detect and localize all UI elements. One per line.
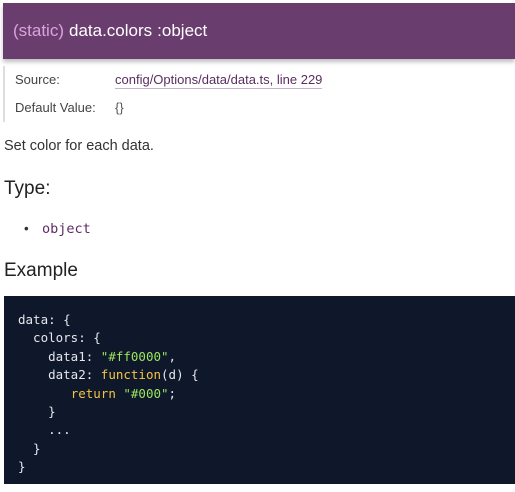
code-line: return "#000"; (18, 385, 501, 403)
member-name: data.colors (69, 21, 153, 40)
bullet-icon: • (24, 221, 29, 236)
type-name: object (42, 221, 91, 237)
code-example: data: { colors: { data1: "#ff0000", data… (4, 296, 515, 484)
default-value: {} (115, 100, 124, 115)
member-description: Set color for each data. (4, 138, 154, 154)
type-heading: Type: (4, 178, 51, 199)
code-line: } (18, 458, 501, 476)
code-token: return (70, 385, 116, 401)
code-token: ... (18, 422, 71, 438)
code-token: } (18, 459, 26, 475)
type-list: • object (24, 219, 91, 239)
member-title-bar: (static) data.colors:object (3, 3, 515, 59)
code-line: } (18, 440, 501, 458)
type-list-item: • object (24, 219, 91, 239)
code-token: colors: { (18, 330, 101, 346)
code-token: } (18, 440, 41, 456)
source-label: Source: (15, 72, 60, 87)
code-token: } (18, 403, 56, 419)
default-value-label: Default Value: (15, 100, 96, 115)
example-heading: Example (4, 260, 78, 281)
code-token: data2: (18, 367, 101, 383)
code-token: ; (168, 385, 177, 401)
code-line: } (18, 403, 501, 421)
code-line: ... (18, 421, 501, 439)
member-type: :object (157, 21, 208, 40)
code-token: "#000" (123, 385, 169, 401)
source-link[interactable]: config/Options/data/data.ts, line 229 (115, 72, 323, 89)
code-line: colors: { (18, 329, 501, 347)
code-token: data: { (18, 312, 71, 327)
code-line: data1: "#ff0000", (18, 348, 501, 366)
code-token: "#ff0000" (100, 348, 169, 364)
code-line: data2: function(d) { (18, 366, 501, 384)
static-tag: (static) (13, 21, 64, 40)
default-value-row: Default Value: {} (15, 94, 375, 122)
member-details: Source: config/Options/data/data.ts, lin… (3, 66, 375, 122)
code-token: , (168, 348, 177, 364)
source-row: Source: config/Options/data/data.ts, lin… (15, 66, 375, 94)
code-token: function (100, 367, 162, 383)
source-value: config/Options/data/data.ts, line 229 (115, 66, 323, 94)
code-line: data: { (18, 311, 501, 329)
code-token: (d) { (161, 367, 199, 383)
code-token: data1: (18, 348, 101, 364)
